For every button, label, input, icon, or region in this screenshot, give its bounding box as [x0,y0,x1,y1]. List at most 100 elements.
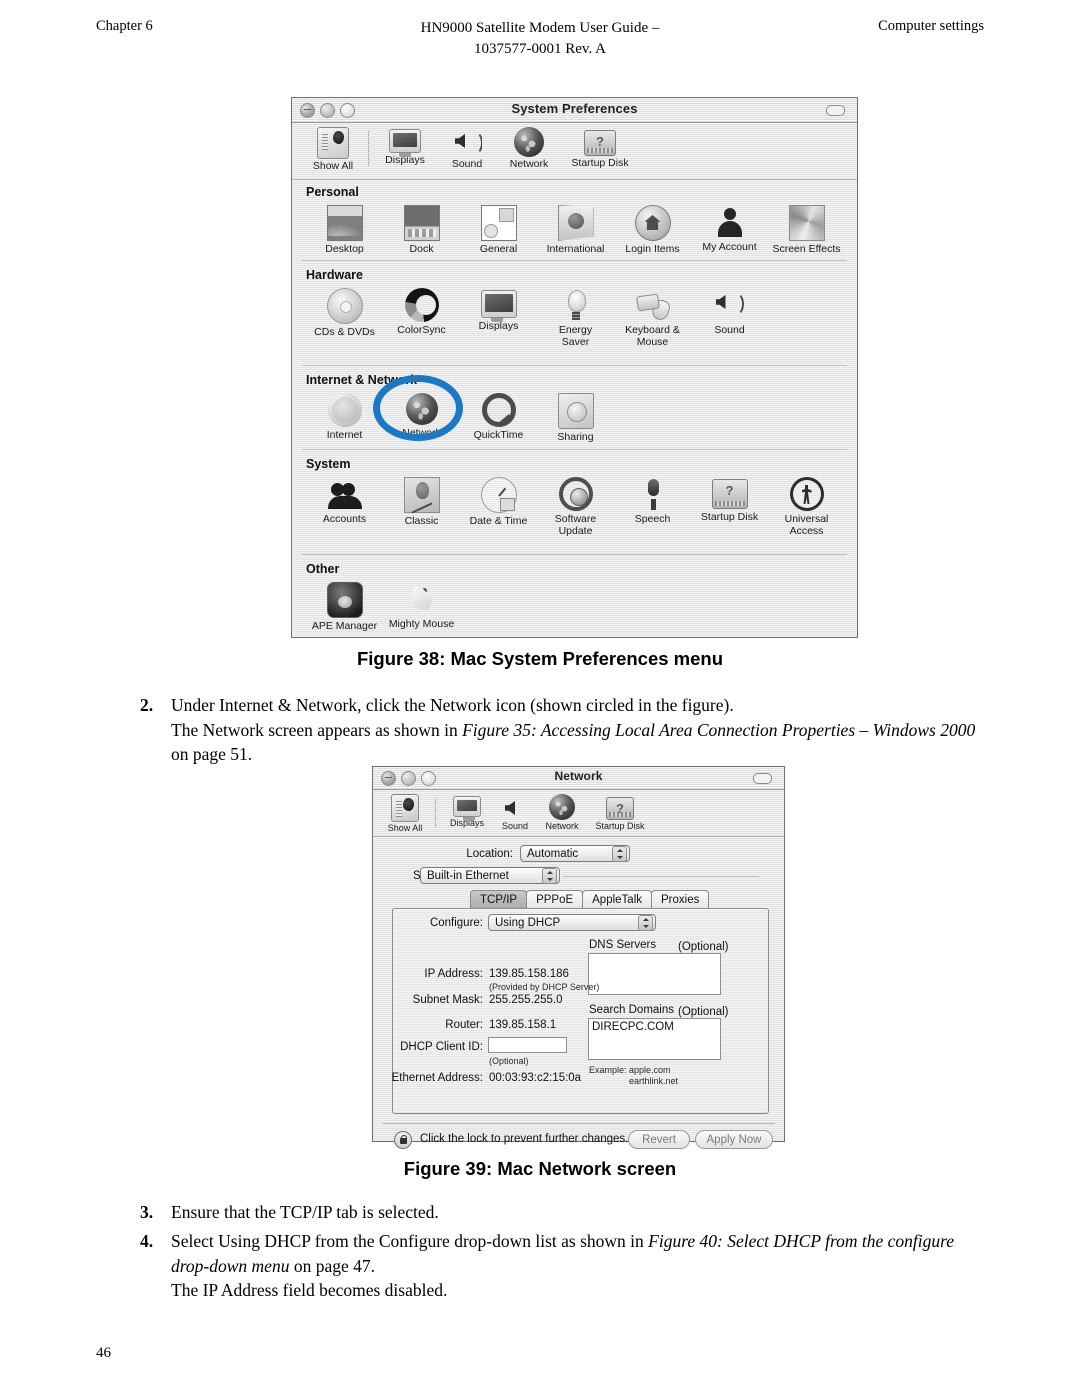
network-toolbar[interactable]: Show All Displays Sound Network Sta [373,790,784,837]
pref-label-general: General [479,243,518,255]
pref-item-date-time[interactable]: Date & Time [460,474,537,537]
pref-item-dock[interactable]: Dock [383,202,460,255]
toolbar-item-displays[interactable]: Displays [374,127,436,166]
pref-item-colorsync[interactable]: ColorSync [383,285,460,348]
dhcp-client-id-value [489,1038,566,1039]
pref-item-screen-effects[interactable]: Screen Effects [768,202,845,255]
pref-item-software-update[interactable]: Software Update [537,474,614,537]
pref-item-quicktime[interactable]: QuickTime [460,390,537,443]
pref-item-network[interactable]: Network [383,390,460,443]
toolbar-item-show-all[interactable]: Show All [379,794,431,833]
network-titlebar[interactable]: Network [373,767,784,790]
pref-item-accounts[interactable]: Accounts [306,474,383,537]
dns-servers-field[interactable] [588,953,721,995]
network-globe-icon [514,127,544,157]
section-divider [302,260,847,261]
show-popup[interactable]: Built-in Ethernet [420,867,560,884]
pref-item-keyboard-mouse[interactable]: Keyboard & Mouse [614,285,691,348]
pref-item-displays[interactable]: Displays [460,285,537,348]
step-3: 3. Ensure that the TCP/IP tab is selecte… [140,1200,985,1225]
figure-38-caption: Figure 38: Mac System Preferences menu [356,648,724,669]
screen-effects-icon [788,205,825,241]
pref-item-internet[interactable]: Internet [306,390,383,443]
international-flag-icon [557,205,594,241]
ethernet-address-value: 00:03:93:c2:15:0a [489,1072,582,1084]
tab-proxies[interactable]: Proxies [651,890,710,910]
lock-icon[interactable] [394,1131,412,1149]
toolbar-item-show-all[interactable]: Show All [302,127,364,172]
pref-item-startup-disk[interactable]: Startup Disk [691,474,768,537]
universal-access-icon [789,477,824,511]
configure-popup[interactable]: Using DHCP [488,914,656,931]
subnet-mask-label: Subnet Mask: [412,994,483,1006]
dhcp-client-id-input[interactable] [488,1037,567,1053]
pref-label-universal-access: Universal Access [784,513,829,537]
sysprefs-titlebar[interactable]: System Preferences [292,98,857,123]
pref-label-sound: Sound [714,324,745,336]
date-time-icon [480,477,517,513]
tab-pppoe[interactable]: PPPoE [526,890,584,910]
toolbar-label-sound: Sound [451,158,483,170]
section-system: System Accounts Classic Date & Time Soft… [292,452,857,557]
chevron-updown-icon [612,845,627,862]
pref-item-international[interactable]: International [537,202,614,255]
mighty-mouse-icon [405,582,439,616]
pref-label-desktop: Desktop [325,243,364,255]
section-row-personal: Desktop Dock General International Login… [292,202,857,259]
pref-label-classic: Classic [404,515,439,527]
show-value: Built-in Ethernet [427,869,509,882]
pref-label-screen-effects: Screen Effects [772,243,841,255]
general-icon [480,205,517,241]
cds-dvds-icon [326,288,363,324]
tab-appletalk[interactable]: AppleTalk [582,890,653,910]
toolbar-item-startup-disk[interactable]: Startup Disk [560,127,640,169]
revert-button[interactable]: Revert [628,1130,690,1149]
pref-label-dock: Dock [409,243,434,255]
step-2-line-3: on page 51. [171,744,253,764]
section-row-system: Accounts Classic Date & Time Software Up… [292,474,857,541]
pref-item-mighty-mouse[interactable]: Mighty Mouse [383,579,460,632]
pref-item-cds-dvds[interactable]: CDs & DVDs [306,285,383,348]
system-preferences-window[interactable]: System Preferences Show All Displays Sou… [291,97,858,638]
pref-item-login-items[interactable]: Login Items [614,202,691,255]
network-window[interactable]: Network Show All Displays Sound Network … [372,766,785,1149]
toolbar-item-sound[interactable]: Sound [436,127,498,170]
toolbar-item-startup-disk[interactable]: Startup Disk [587,794,653,831]
figure-39-caption: Figure 39: Mac Network screen [403,1158,677,1179]
displays-icon [480,290,517,322]
ip-address-value: 139.85.158.186 [489,968,569,980]
apply-now-button[interactable]: Apply Now [695,1130,773,1149]
pref-item-speech[interactable]: Speech [614,474,691,537]
configure-label: Configure: [429,917,483,929]
ape-manager-icon [326,582,363,618]
pref-item-desktop[interactable]: Desktop [306,202,383,255]
energy-saver-icon [559,288,593,322]
pref-item-sound[interactable]: Sound [691,285,768,348]
toolbar-item-sound[interactable]: Sound [493,794,537,831]
toolbar-item-displays[interactable]: Displays [441,794,493,828]
ethernet-address-label: Ethernet Address: [391,1072,483,1084]
location-popup[interactable]: Automatic [520,845,630,862]
search-domains-field[interactable]: DIRECPC.COM [588,1018,721,1060]
sharing-icon [557,393,594,429]
pref-item-energy-saver[interactable]: Energy Saver [537,285,614,348]
sysprefs-toolbar[interactable]: Show All Displays Sound Network Sta [292,123,857,180]
tab-tcpip[interactable]: TCP/IP [470,890,528,910]
pref-item-general[interactable]: General [460,202,537,255]
toolbar-toggle-icon[interactable] [753,773,772,784]
pref-item-classic[interactable]: Classic [383,474,460,537]
toolbar-item-network[interactable]: Network [498,127,560,170]
pref-item-my-account[interactable]: My Account [691,202,768,255]
toolbar-toggle-icon[interactable] [826,105,845,116]
pref-label-my-account: My Account [702,241,757,253]
location-value: Automatic [527,847,579,860]
displays-icon [453,796,481,821]
pref-item-sharing[interactable]: Sharing [537,390,614,443]
step-4-line-1-plain: Select Using DHCP from the Configure dro… [171,1231,649,1251]
toolbar-item-network[interactable]: Network [537,794,587,831]
example-line-2: earthlink.net [629,1076,679,1086]
tab-bar[interactable]: TCP/IP PPPoE AppleTalk Proxies [470,890,710,910]
pref-item-ape-manager[interactable]: APE Manager [306,579,383,632]
pref-item-universal-access[interactable]: Universal Access [768,474,845,537]
toolbar-label-show-all: Show All [387,823,423,833]
